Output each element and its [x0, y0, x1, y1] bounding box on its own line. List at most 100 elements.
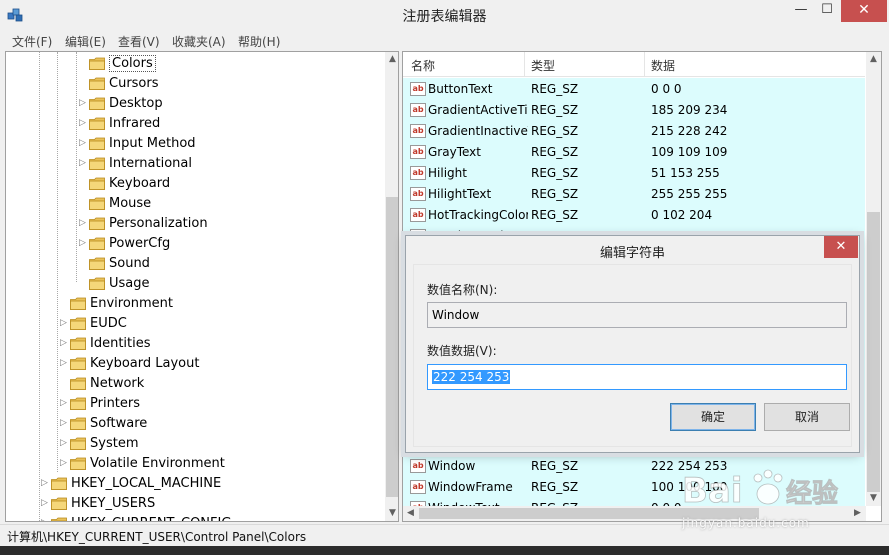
- tree-node-label: Usage: [109, 276, 150, 291]
- registry-tree[interactable]: Colors Cursors ▷ Desktop ▷ Infrared ▷ Input Met…: [5, 51, 399, 522]
- column-separator[interactable]: [644, 52, 645, 77]
- list-row[interactable]: ab WindowFrame REG_SZ 100 100 100: [403, 477, 865, 498]
- tree-node[interactable]: ▷ EUDC: [6, 314, 382, 334]
- cell-type: REG_SZ: [531, 124, 579, 138]
- scroll-left-arrow-icon[interactable]: ◀: [403, 506, 418, 521]
- tree-node[interactable]: ▷ Personalization: [6, 214, 382, 234]
- expand-arrow-icon[interactable]: ▷: [41, 477, 51, 489]
- list-row[interactable]: ab Window REG_SZ 222 254 253: [403, 456, 865, 477]
- tree-node[interactable]: Keyboard: [6, 174, 382, 194]
- expand-arrow-icon[interactable]: ▷: [41, 517, 51, 521]
- edit-string-dialog: 编辑字符串 ✕ 数值名称(N): Window 数值数据(V): 222 254…: [405, 235, 860, 453]
- list-header: 名称 类型 数据: [403, 52, 865, 77]
- tree-node-label: Printers: [90, 396, 141, 411]
- tree-node[interactable]: ▷ PowerCfg: [6, 234, 382, 254]
- scroll-thumb[interactable]: [386, 197, 398, 497]
- list-row[interactable]: ab Hilight REG_SZ 51 153 255: [403, 163, 865, 184]
- cell-name: WindowFrame: [428, 480, 513, 494]
- scroll-right-arrow-icon[interactable]: ▶: [850, 506, 865, 521]
- status-bar: 计算机\HKEY_CURRENT_USER\Control Panel\Colo…: [0, 524, 889, 546]
- scroll-thumb[interactable]: [867, 212, 880, 492]
- tree-node[interactable]: ▷ International: [6, 154, 382, 174]
- list-row[interactable]: ab ButtonText REG_SZ 0 0 0: [403, 79, 865, 100]
- expand-arrow-icon[interactable]: ▷: [79, 217, 89, 229]
- folder-icon: [89, 117, 105, 130]
- maximize-button[interactable]: ☐: [814, 0, 840, 22]
- close-button[interactable]: ✕: [841, 0, 887, 22]
- menu-edit[interactable]: 编辑(E): [65, 33, 106, 50]
- expand-arrow-icon[interactable]: ▷: [79, 117, 89, 129]
- cell-data: 185 209 234: [651, 103, 728, 117]
- dialog-close-button[interactable]: ✕: [824, 236, 858, 258]
- list-row[interactable]: ab HilightText REG_SZ 255 255 255: [403, 184, 865, 205]
- scroll-up-arrow-icon[interactable]: ▲: [866, 52, 881, 67]
- column-separator[interactable]: [524, 52, 525, 77]
- tree-node[interactable]: ▷ Identities: [6, 334, 382, 354]
- minimize-button[interactable]: —: [788, 0, 814, 22]
- tree-node[interactable]: ▷ Desktop: [6, 94, 382, 114]
- expand-arrow-icon[interactable]: ▷: [60, 417, 70, 429]
- list-vertical-scrollbar[interactable]: ▲ ▼: [866, 52, 881, 506]
- dialog-title-bar: 编辑字符串 ✕: [406, 236, 859, 264]
- expand-arrow-icon[interactable]: ▷: [79, 237, 89, 249]
- expand-arrow-icon[interactable]: ▷: [79, 97, 89, 109]
- cancel-button[interactable]: 取消: [764, 403, 850, 431]
- tree-node[interactable]: ▷ HKEY_USERS: [6, 494, 382, 514]
- list-row[interactable]: ab HotTrackingColor REG_SZ 0 102 204: [403, 205, 865, 226]
- list-row[interactable]: abGradientInactiveTitleREG_SZ 215 228 242: [403, 121, 865, 142]
- tree-node[interactable]: ▷ Software: [6, 414, 382, 434]
- expand-arrow-icon[interactable]: ▷: [79, 157, 89, 169]
- string-value-icon: ab: [410, 145, 426, 159]
- scroll-down-arrow-icon[interactable]: ▼: [866, 491, 881, 506]
- cell-name: GradientActiveTitle: [428, 103, 528, 117]
- expand-arrow-icon[interactable]: ▷: [60, 357, 70, 369]
- expand-arrow-icon[interactable]: ▷: [60, 437, 70, 449]
- folder-icon: [89, 257, 105, 270]
- expand-arrow-icon[interactable]: ▷: [60, 457, 70, 469]
- tree-node[interactable]: Environment: [6, 294, 382, 314]
- tree-node[interactable]: Network: [6, 374, 382, 394]
- menu-help[interactable]: 帮助(H): [238, 33, 280, 50]
- expand-arrow-icon[interactable]: ▷: [41, 497, 51, 509]
- list-horizontal-scrollbar[interactable]: ◀ ▶: [403, 506, 866, 521]
- string-value-icon: ab: [410, 103, 426, 117]
- tree-node[interactable]: ▷ Keyboard Layout: [6, 354, 382, 374]
- ok-button[interactable]: 确定: [670, 403, 756, 431]
- cell-type: REG_SZ: [531, 459, 579, 473]
- column-name[interactable]: 名称: [411, 57, 435, 74]
- tree-node[interactable]: Usage: [6, 274, 382, 294]
- tree-node[interactable]: ▷ HKEY_LOCAL_MACHINE: [6, 474, 382, 494]
- list-row[interactable]: ab GrayText REG_SZ 109 109 109: [403, 142, 865, 163]
- scroll-thumb[interactable]: [419, 508, 759, 519]
- value-name-field[interactable]: Window: [427, 302, 847, 328]
- menu-view[interactable]: 查看(V): [118, 33, 160, 50]
- menu-favorites[interactable]: 收藏夹(A): [172, 33, 226, 50]
- column-data[interactable]: 数据: [651, 57, 675, 74]
- tree-vertical-scrollbar[interactable]: ▲ ▼: [385, 52, 398, 521]
- scroll-down-arrow-icon[interactable]: ▼: [385, 506, 398, 521]
- expand-arrow-icon[interactable]: ▷: [79, 137, 89, 149]
- tree-node[interactable]: Mouse: [6, 194, 382, 214]
- folder-icon: [70, 457, 86, 470]
- tree-node[interactable]: ▷ Volatile Environment: [6, 454, 382, 474]
- value-data-field[interactable]: 222 254 253: [427, 364, 847, 390]
- cell-data: 109 109 109: [651, 145, 728, 159]
- expand-arrow-icon[interactable]: ▷: [60, 317, 70, 329]
- tree-node[interactable]: ▷ Printers: [6, 394, 382, 414]
- column-type[interactable]: 类型: [531, 57, 555, 74]
- menu-file[interactable]: 文件(F): [12, 33, 52, 50]
- cell-data: 255 255 255: [651, 187, 728, 201]
- tree-node-label: Identities: [90, 336, 151, 351]
- folder-icon: [89, 157, 105, 170]
- tree-node[interactable]: Cursors: [6, 74, 382, 94]
- tree-node[interactable]: Sound: [6, 254, 382, 274]
- tree-node[interactable]: Colors: [6, 54, 382, 74]
- tree-node[interactable]: ▷ System: [6, 434, 382, 454]
- list-row[interactable]: abGradientActiveTitleREG_SZ 185 209 234: [403, 100, 865, 121]
- tree-node[interactable]: ▷ HKEY_CURRENT_CONFIG: [6, 514, 382, 521]
- tree-node[interactable]: ▷ Infrared: [6, 114, 382, 134]
- scroll-up-arrow-icon[interactable]: ▲: [385, 52, 398, 67]
- tree-node[interactable]: ▷ Input Method: [6, 134, 382, 154]
- expand-arrow-icon[interactable]: ▷: [60, 397, 70, 409]
- expand-arrow-icon[interactable]: ▷: [60, 337, 70, 349]
